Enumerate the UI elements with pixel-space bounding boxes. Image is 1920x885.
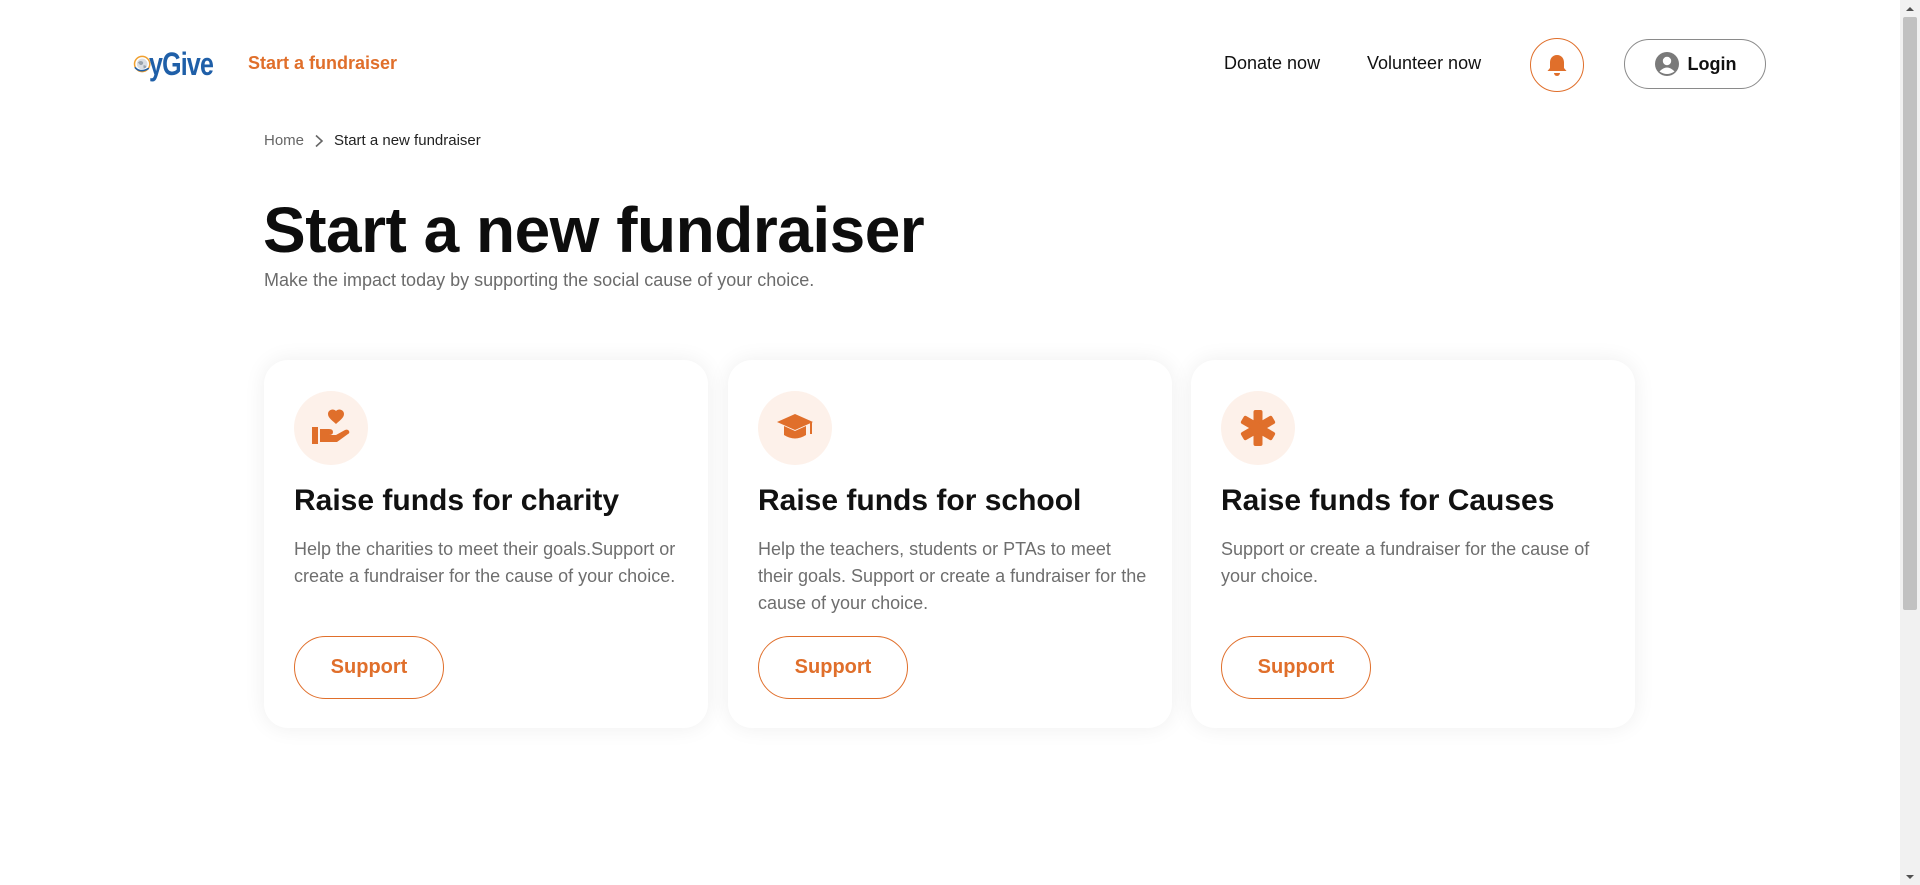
support-school-button[interactable]: Support	[758, 636, 908, 699]
breadcrumb-home-link[interactable]: Home	[264, 132, 304, 149]
support-causes-button[interactable]: Support	[1221, 636, 1371, 699]
scroll-up-arrow-icon[interactable]	[1900, 0, 1920, 17]
breadcrumb: Home Start a new fundraiser	[264, 132, 481, 149]
site-logo[interactable]: yGive	[133, 36, 231, 92]
page-subtitle: Make the impact today by supporting the …	[264, 270, 815, 290]
start-fundraiser-link[interactable]: Start a fundraiser	[248, 53, 397, 74]
volunteer-now-link[interactable]: Volunteer now	[1367, 53, 1481, 74]
vertical-scrollbar[interactable]	[1900, 0, 1920, 885]
logo-wordmark: yGive	[148, 45, 214, 82]
login-label: Login	[1687, 53, 1737, 74]
scrollbar-thumb[interactable]	[1903, 17, 1917, 610]
chevron-right-icon	[315, 134, 324, 147]
login-button[interactable]: Login	[1624, 39, 1766, 89]
user-circle-icon	[1654, 52, 1679, 76]
donate-now-link[interactable]: Donate now	[1224, 53, 1320, 74]
card-title: Raise funds for Causes	[1221, 484, 1555, 517]
bell-icon	[1547, 55, 1567, 76]
school-icon-badge	[758, 391, 832, 465]
card-description: Support or create a fundraiser for the c…	[1221, 539, 1590, 586]
card-description: Help the teachers, students or PTAs to m…	[758, 539, 1147, 613]
card-title: Raise funds for charity	[294, 484, 620, 517]
card-title: Raise funds for school	[758, 484, 1082, 517]
card-description: Help the charities to meet their goals.S…	[294, 539, 676, 586]
charity-icon-badge	[294, 391, 368, 465]
graduation-cap-icon	[777, 414, 813, 439]
school-card: Raise funds for school Help the teachers…	[728, 360, 1172, 728]
scroll-down-arrow-icon[interactable]	[1900, 868, 1920, 885]
asterisk-icon	[1240, 410, 1276, 446]
site-header: yGive Start a fundraiser Donate now Volu…	[0, 0, 1900, 130]
page-viewport: yGive Start a fundraiser Donate now Volu…	[0, 0, 1900, 885]
page-title: Start a new fundraiser	[263, 194, 925, 266]
breadcrumb-current: Start a new fundraiser	[334, 132, 481, 149]
notifications-button[interactable]	[1530, 38, 1584, 92]
hand-heart-icon	[312, 409, 350, 444]
causes-icon-badge	[1221, 391, 1295, 465]
causes-card: Raise funds for Causes Support or create…	[1191, 360, 1635, 728]
support-charity-button[interactable]: Support	[294, 636, 444, 699]
charity-card: Raise funds for charity Help the chariti…	[264, 360, 708, 728]
